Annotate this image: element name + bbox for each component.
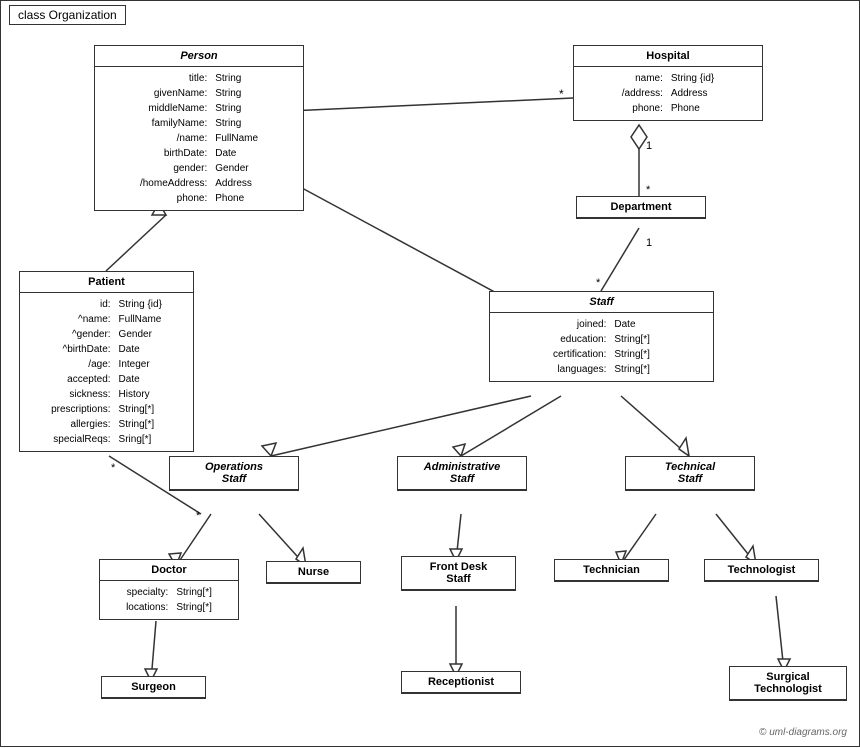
class-doctor-name: Doctor — [100, 560, 238, 581]
diagram-container: class Organization * * 1 * 1 * — [0, 0, 860, 747]
class-doctor-attrs: specialty:String[*] locations:String[*] — [100, 581, 238, 619]
class-hospital-name: Hospital — [574, 46, 762, 67]
class-person: Person title:String givenName:String mid… — [94, 45, 304, 211]
svg-text:*: * — [646, 184, 651, 196]
class-nurse-name: Nurse — [267, 562, 360, 583]
class-technical-staff: Technical Staff — [625, 456, 755, 491]
class-technician: Technician — [554, 559, 669, 582]
class-patient-attrs: id:String {id} ^name:FullName ^gender:Ge… — [20, 293, 193, 451]
class-patient-name: Patient — [20, 272, 193, 293]
svg-text:*: * — [111, 462, 116, 474]
class-person-name: Person — [95, 46, 303, 67]
copyright-text: © uml-diagrams.org — [759, 727, 847, 738]
class-operations-staff: Operations Staff — [169, 456, 299, 491]
class-administrative-staff-name: Administrative Staff — [398, 457, 526, 490]
svg-text:*: * — [596, 277, 601, 289]
class-person-attrs: title:String givenName:String middleName… — [95, 67, 303, 210]
class-front-desk-staff-name: Front Desk Staff — [402, 557, 515, 590]
svg-text:1: 1 — [646, 140, 652, 152]
class-surgeon-name: Surgeon — [102, 677, 205, 698]
class-technologist: Technologist — [704, 559, 819, 582]
class-surgical-technologist: Surgical Technologist — [729, 666, 847, 701]
class-staff: Staff joined:Date education:String[*] ce… — [489, 291, 714, 382]
class-doctor: Doctor specialty:String[*] locations:Str… — [99, 559, 239, 620]
svg-text:*: * — [559, 87, 564, 101]
diagram-title: class Organization — [9, 5, 126, 25]
class-receptionist: Receptionist — [401, 671, 521, 694]
class-nurse: Nurse — [266, 561, 361, 584]
svg-text:*: * — [196, 510, 201, 522]
class-surgeon: Surgeon — [101, 676, 206, 699]
class-surgical-technologist-name: Surgical Technologist — [730, 667, 846, 700]
class-operations-staff-name: Operations Staff — [170, 457, 298, 490]
class-front-desk-staff: Front Desk Staff — [401, 556, 516, 591]
class-technologist-name: Technologist — [705, 560, 818, 581]
class-hospital: Hospital name:String {id} /address:Addre… — [573, 45, 763, 121]
class-staff-attrs: joined:Date education:String[*] certific… — [490, 313, 713, 381]
class-department: Department — [576, 196, 706, 219]
class-staff-name: Staff — [490, 292, 713, 313]
class-administrative-staff: Administrative Staff — [397, 456, 527, 491]
class-hospital-attrs: name:String {id} /address:Address phone:… — [574, 67, 762, 120]
class-patient: Patient id:String {id} ^name:FullName ^g… — [19, 271, 194, 452]
class-department-name: Department — [577, 197, 705, 218]
class-technician-name: Technician — [555, 560, 668, 581]
class-receptionist-name: Receptionist — [402, 672, 520, 693]
svg-text:1: 1 — [646, 237, 652, 249]
class-technical-staff-name: Technical Staff — [626, 457, 754, 490]
